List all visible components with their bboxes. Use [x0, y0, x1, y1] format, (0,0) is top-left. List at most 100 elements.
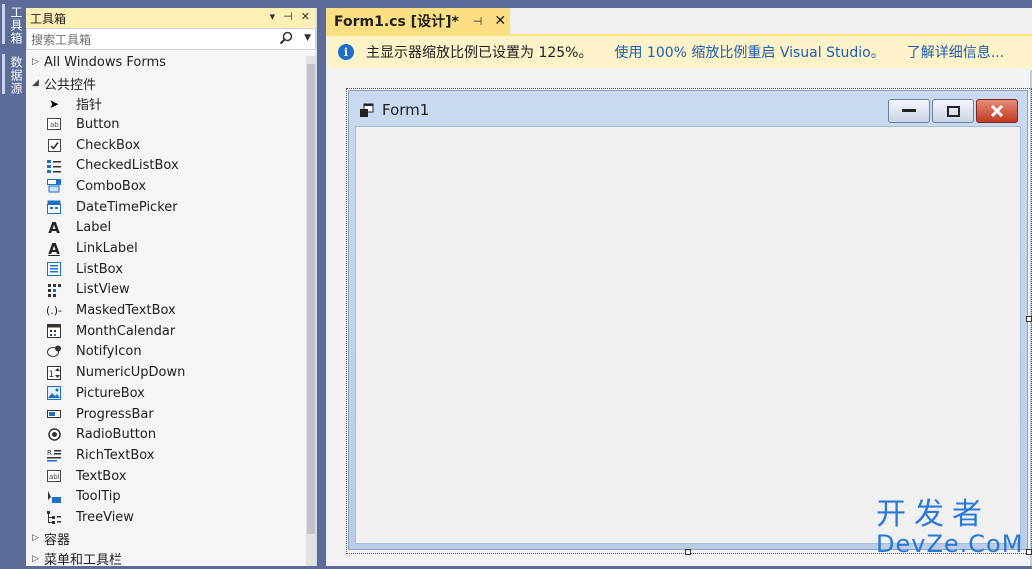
group-label: All Windows Forms — [44, 55, 166, 70]
toolbox-item-combobox[interactable]: ComboBox — [26, 176, 316, 197]
item-label: NotifyIcon — [76, 344, 142, 359]
checkedlistbox-icon — [46, 158, 62, 174]
close-x-icon — [990, 105, 1004, 117]
item-label: ComboBox — [76, 179, 146, 194]
side-tab-toolbox[interactable]: 工具箱 — [8, 6, 25, 45]
maximize-button[interactable] — [932, 99, 974, 123]
pointer-icon: ➤ — [46, 96, 62, 112]
form-client-area[interactable] — [355, 126, 1021, 544]
toolbox-item-datetimepicker[interactable]: DateTimePicker — [26, 197, 316, 218]
item-label: PictureBox — [76, 386, 145, 401]
watermark-logo: 开发者 — [876, 500, 990, 530]
toolbox-item-label[interactable]: A Label — [26, 218, 316, 239]
toolbox-item-pointer[interactable]: ➤指针 — [26, 93, 316, 114]
group-common-controls[interactable]: ◢ 公共控件 — [26, 73, 316, 94]
minimize-button[interactable] — [888, 99, 930, 123]
linklabel-icon: A — [46, 241, 62, 257]
toolbox-list: ▷ All Windows Forms ◢ 公共控件 ➤指针 abButton … — [26, 52, 316, 569]
toolbox-item-picturebox[interactable]: PictureBox — [26, 383, 316, 404]
toolbox-title: 工具箱 — [30, 10, 66, 27]
item-label: CheckedListBox — [76, 158, 179, 173]
side-tab-indicator — [2, 4, 5, 44]
toolbox-scroll-thumb[interactable] — [307, 64, 315, 534]
item-label: Label — [76, 220, 111, 235]
item-label: RadioButton — [76, 427, 156, 442]
resize-handle-right[interactable] — [1026, 316, 1032, 322]
toolbox-item-richtextbox[interactable]: R RichTextBox — [26, 445, 316, 466]
numericupdown-icon: 1 — [46, 365, 62, 381]
datetimepicker-icon — [46, 199, 62, 215]
item-label: Button — [76, 117, 120, 132]
group-containers[interactable]: ▷ 容器 — [26, 528, 316, 549]
toolbox-item-treeview[interactable]: TreeView — [26, 507, 316, 528]
pin-icon[interactable]: ⊣ — [283, 10, 293, 23]
picturebox-icon — [46, 385, 62, 401]
checkbox-icon — [46, 137, 62, 153]
side-tab-strip: 工具箱 数据源 — [0, 0, 26, 566]
combobox-icon — [46, 178, 62, 194]
svg-text:abl: abl — [49, 473, 60, 481]
restart-link[interactable]: 使用 100% 缩放比例重启 Visual Studio。 — [614, 42, 884, 62]
expand-icon: ▷ — [32, 533, 44, 543]
toolbox-item-progressbar[interactable]: ProgressBar — [26, 404, 316, 425]
side-tab-datasource[interactable]: 数据源 — [8, 56, 25, 95]
toolbox-item-linklabel[interactable]: A LinkLabel — [26, 238, 316, 259]
item-label: RichTextBox — [76, 448, 155, 463]
dropdown-icon[interactable]: ▾ — [270, 10, 276, 23]
toolbox-item-textbox[interactable]: abl TextBox — [26, 466, 316, 487]
resize-handle-bottom[interactable] — [685, 549, 691, 555]
toolbox-item-monthcalendar[interactable]: MonthCalendar — [26, 321, 316, 342]
item-label: CheckBox — [76, 138, 140, 153]
learn-more-link[interactable]: 了解详细信息... — [907, 42, 1004, 62]
item-label: ProgressBar — [76, 407, 154, 422]
item-label: TreeView — [76, 510, 134, 525]
item-label: MaskedTextBox — [76, 303, 176, 318]
toolbox-item-tooltip[interactable]: ToolTip — [26, 486, 316, 507]
info-message: 主显示器缩放比例已设置为 125%。 — [366, 42, 592, 62]
tab-label: Form1.cs [设计]* — [334, 11, 459, 31]
listview-icon — [46, 282, 62, 298]
toolbox-item-checkbox[interactable]: CheckBox — [26, 135, 316, 156]
collapse-icon: ◢ — [32, 78, 44, 88]
label-icon: A — [46, 220, 62, 236]
resize-handle-corner[interactable] — [1026, 549, 1032, 555]
watermark-logo-text: DevZe.CoM — [876, 532, 1023, 556]
item-label: NumericUpDown — [76, 365, 185, 380]
toolbox-item-listview[interactable]: ListView — [26, 280, 316, 301]
close-button[interactable] — [976, 99, 1018, 123]
toolbox-item-numericupdown[interactable]: 1 NumericUpDown — [26, 362, 316, 383]
item-label: TextBox — [76, 469, 126, 484]
item-label: ToolTip — [76, 489, 121, 504]
info-bar: i 主显示器缩放比例已设置为 125%。 使用 100% 缩放比例重启 Visu… — [328, 36, 1032, 68]
maskedtextbox-icon: (.)- — [46, 303, 62, 319]
svg-text:ab: ab — [50, 121, 59, 129]
close-icon[interactable]: ✕ — [301, 10, 310, 23]
textbox-icon: abl — [46, 468, 62, 484]
form-icon — [359, 103, 375, 119]
toolbox-item-radiobutton[interactable]: RadioButton — [26, 424, 316, 445]
toolbox-item-notifyicon[interactable]: NotifyIcon — [26, 342, 316, 363]
side-tab-indicator — [2, 54, 5, 94]
search-icon[interactable] — [279, 31, 293, 48]
group-label: 菜单和工具栏 — [44, 549, 122, 568]
radiobutton-icon — [46, 427, 62, 443]
toolbox-item-checkedlistbox[interactable]: CheckedListBox — [26, 155, 316, 176]
search-dropdown-icon[interactable]: ▼ — [304, 33, 311, 43]
close-icon[interactable]: ✕ — [494, 13, 506, 29]
toolbox-item-maskedtextbox[interactable]: (.)- MaskedTextBox — [26, 300, 316, 321]
tab-form1-design[interactable]: Form1.cs [设计]* ⊣ ✕ — [326, 8, 510, 34]
item-label: LinkLabel — [76, 241, 138, 256]
tooltip-icon — [46, 489, 62, 505]
pin-icon[interactable]: ⊣ — [473, 15, 483, 28]
item-label: MonthCalendar — [76, 324, 175, 339]
toolbox-item-button[interactable]: ab Button — [26, 114, 316, 135]
toolbox-item-listbox[interactable]: ListBox — [26, 259, 316, 280]
richtextbox-icon: R — [46, 447, 62, 463]
progressbar-icon — [46, 406, 62, 422]
toolbox-scrollbar[interactable] — [306, 56, 316, 566]
group-all-windows-forms[interactable]: ▷ All Windows Forms — [26, 52, 316, 73]
expand-icon: ▷ — [32, 554, 44, 564]
toolbox-search-input[interactable]: 搜索工具箱 ▼ — [26, 28, 316, 50]
svg-text:1: 1 — [49, 370, 55, 380]
button-icon: ab — [46, 116, 62, 132]
